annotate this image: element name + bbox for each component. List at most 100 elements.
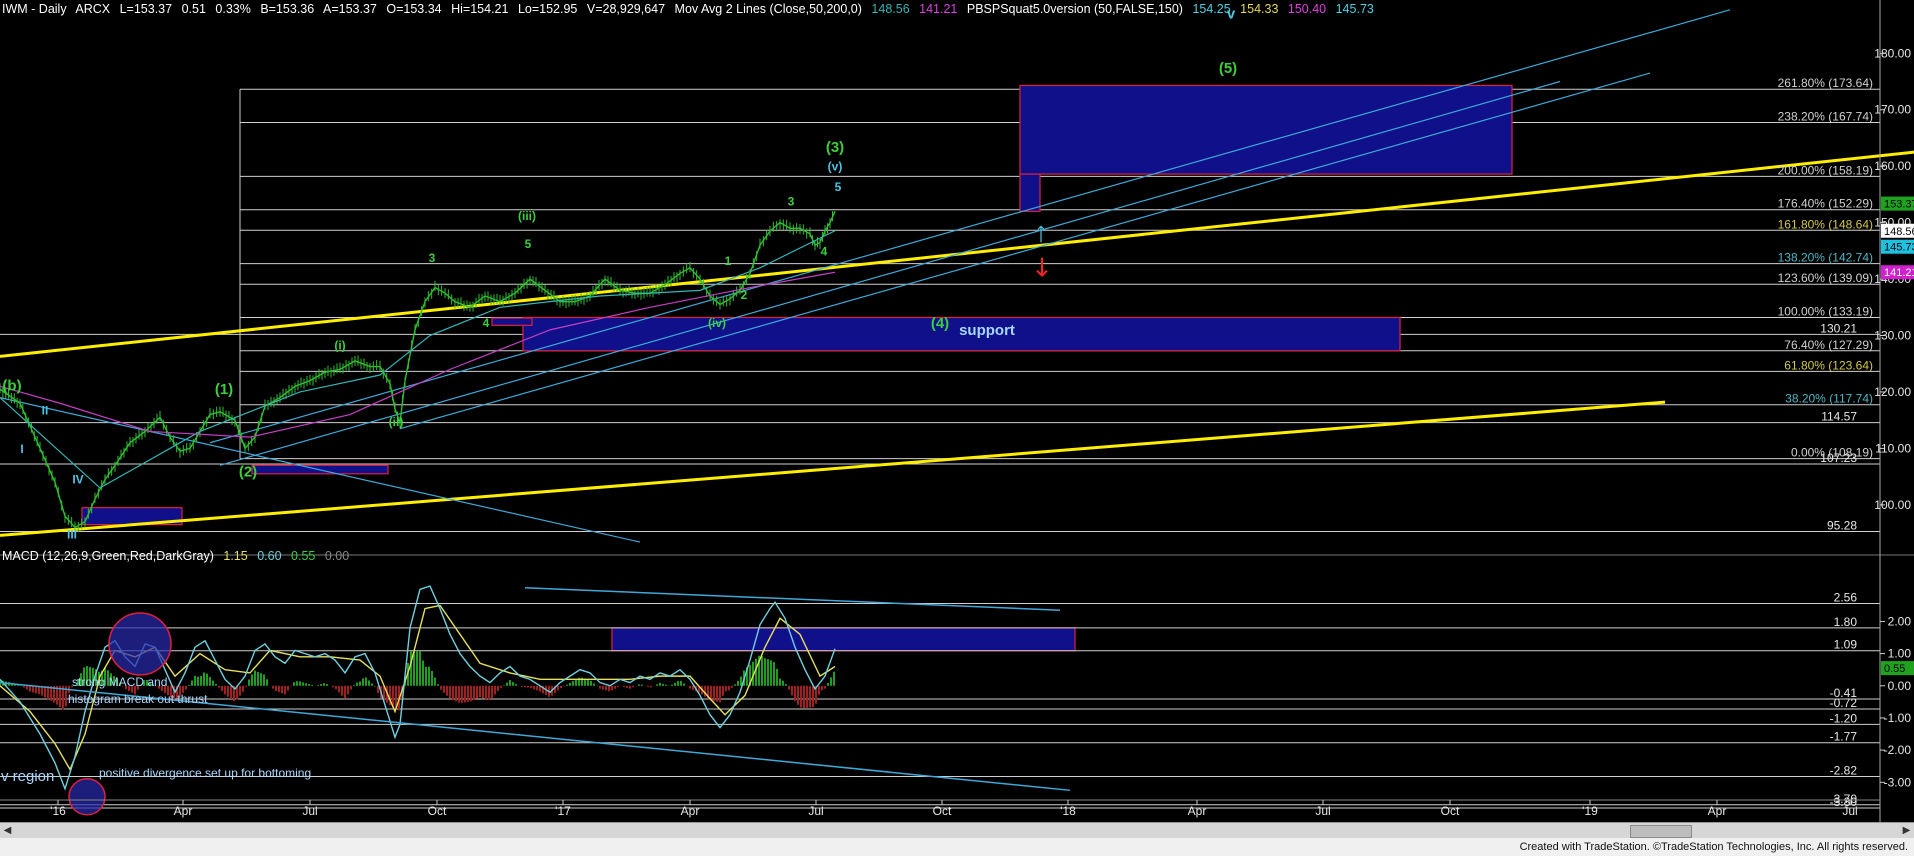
fib-level-label: 61.80% (123.64) <box>1784 358 1873 372</box>
x-tick-label: '19 <box>1582 804 1598 818</box>
macd-header: MACD (12,26,9,Green,Red,DarkGray) 1.15 0… <box>2 549 355 563</box>
header-last: L=153.37 <box>119 2 173 16</box>
horizontal-scrollbar[interactable]: ◀ ▶ <box>0 822 1914 838</box>
fib-level-label: 200.00% (158.19) <box>1778 163 1873 177</box>
chart-header: IWM - Daily ARCX L=153.37 0.51 0.33% B=1… <box>2 2 1380 20</box>
macd-v2: 0.60 <box>257 549 282 563</box>
header-s2v4: 145.73 <box>1335 2 1374 16</box>
fib-level-label: 176.40% (152.29) <box>1778 197 1873 211</box>
header-change: 0.51 <box>181 2 206 16</box>
macd-level-label: 1.09 <box>1834 638 1858 652</box>
wave-label: 4 <box>821 244 828 258</box>
macd-tag-label: 0.55 <box>1884 663 1905 675</box>
macd-y-tick-label: -1.00 <box>1884 711 1912 725</box>
macd-level-label: -2.82 <box>1830 763 1858 777</box>
wave-label: (v) <box>828 160 843 174</box>
macd-v4: 0.00 <box>324 549 350 563</box>
wave-label: 2 <box>741 288 748 302</box>
scroll-thumb[interactable] <box>1630 825 1692 838</box>
macd-y-tick-label: 1.00 <box>1888 647 1912 661</box>
macd-annotation-line2: histogram break out thrust <box>68 692 208 706</box>
divergence-annotation: positive divergence set up for bottoming <box>99 766 311 780</box>
header-open: O=153.34 <box>386 2 442 16</box>
y-tick-label: 180.00 <box>1874 46 1911 60</box>
wave-label: II <box>42 404 49 418</box>
wave-label: 5 <box>835 180 842 194</box>
macd-thrust-circle <box>108 612 172 676</box>
horizontal-price-label: 130.21 <box>1820 321 1857 335</box>
wave-label: III <box>67 528 77 542</box>
header-change-pct: 0.33% <box>215 2 251 16</box>
x-tick-label: Oct <box>933 804 952 818</box>
footer-text: Created with TradeStation. ©TradeStation… <box>1519 841 1908 853</box>
x-tick-label: Jul <box>302 804 317 818</box>
wave-label: 1 <box>725 254 732 268</box>
wave-label: 5 <box>525 237 532 251</box>
wave-label: (b) <box>2 377 21 394</box>
header-ask: A=153.37 <box>323 2 377 16</box>
price-tag-label: 148.56 <box>1884 226 1914 238</box>
macd-level-label: -1.77 <box>1830 730 1858 744</box>
macd-v1: 1.15 <box>223 549 248 563</box>
wave-label: 3 <box>429 251 436 265</box>
macd-y-tick-label: 2.00 <box>1888 614 1912 628</box>
x-tick-label: Oct <box>428 804 447 818</box>
small-zone-box <box>491 317 533 326</box>
header-symbol: IWM - Daily <box>2 2 67 16</box>
target-zone-box <box>1019 84 1513 175</box>
header-s2v2: 154.33 <box>1240 2 1279 16</box>
x-tick-label: Jul <box>1842 804 1857 818</box>
fib-level-label: 261.80% (173.64) <box>1778 76 1873 90</box>
macd-zone-box <box>611 627 1076 652</box>
x-tick-label: Apr <box>174 804 193 818</box>
fib-level-label: 138.20% (142.74) <box>1778 251 1873 265</box>
wave-label: (2) <box>239 464 257 481</box>
header-study1: Mov Avg 2 Lines (Close,50,200,0) <box>674 2 862 16</box>
header-ma50: 148.56 <box>871 2 910 16</box>
macd-v3: 0.55 <box>291 549 316 563</box>
wave-label: 4 <box>483 316 490 330</box>
scroll-left-arrow-icon[interactable]: ◀ <box>0 823 15 838</box>
wave-label: I <box>20 442 23 456</box>
y-tick-label: 120.00 <box>1874 385 1911 399</box>
header-high: Hi=154.21 <box>451 2 509 16</box>
y-tick-label: 110.00 <box>1875 441 1911 455</box>
x-tick-label: Apr <box>1708 804 1727 818</box>
y-tick-label: 160.00 <box>1874 159 1911 173</box>
fib-level-label: 100.00% (133.19) <box>1778 305 1873 319</box>
region-annotation: v region <box>1 768 54 785</box>
wave-label: (5) <box>1219 60 1237 77</box>
fib-level-label: 123.60% (139.09) <box>1778 271 1873 285</box>
macd-annotation-line1: strong MACD and <box>72 675 167 689</box>
header-low: Lo=152.95 <box>517 2 578 16</box>
x-tick-label: Apr <box>681 804 700 818</box>
horizontal-price-label: 114.57 <box>1821 410 1857 424</box>
wave-label: (i) <box>334 339 345 353</box>
support-label: support <box>959 322 1015 339</box>
header-ma200: 141.21 <box>919 2 958 16</box>
y-tick-label: 170.00 <box>1874 103 1911 117</box>
x-tick-label: Apr <box>1188 804 1207 818</box>
macd-y-tick-label: -3.00 <box>1884 775 1912 789</box>
scroll-right-arrow-icon[interactable]: ▶ <box>1899 823 1914 838</box>
fib-level-label: 238.20% (167.74) <box>1778 109 1873 123</box>
header-study2: PBSPSquat5.0version (50,FALSE,150) <box>966 2 1183 16</box>
price-tag-label: 145.73 <box>1884 242 1914 254</box>
wave-label: 3 <box>788 195 795 209</box>
y-tick-label: 130.00 <box>1874 329 1911 343</box>
fib-level-label: 76.40% (127.29) <box>1784 338 1873 352</box>
macd-divergence-circle <box>68 777 106 816</box>
wave-label: (4) <box>931 315 949 332</box>
price-tag-label: 141.21 <box>1884 267 1914 279</box>
wave-label: (ii) <box>389 415 404 429</box>
x-tick-label: '17 <box>555 804 571 818</box>
horizontal-price-label: 95.28 <box>1827 518 1857 532</box>
macd-y-tick-label: -2.00 <box>1884 743 1912 757</box>
macd-y-tick-label: 0.00 <box>1888 679 1912 693</box>
header-s2v1: 154.25 <box>1192 2 1231 16</box>
wave-label: (3) <box>826 139 844 156</box>
header-exchange: ARCX <box>75 2 111 16</box>
price-tag-label: 153.37 <box>1884 199 1914 211</box>
x-tick-label: Jul <box>1315 804 1330 818</box>
fib-level-label: 38.20% (117.74) <box>1785 392 1873 406</box>
